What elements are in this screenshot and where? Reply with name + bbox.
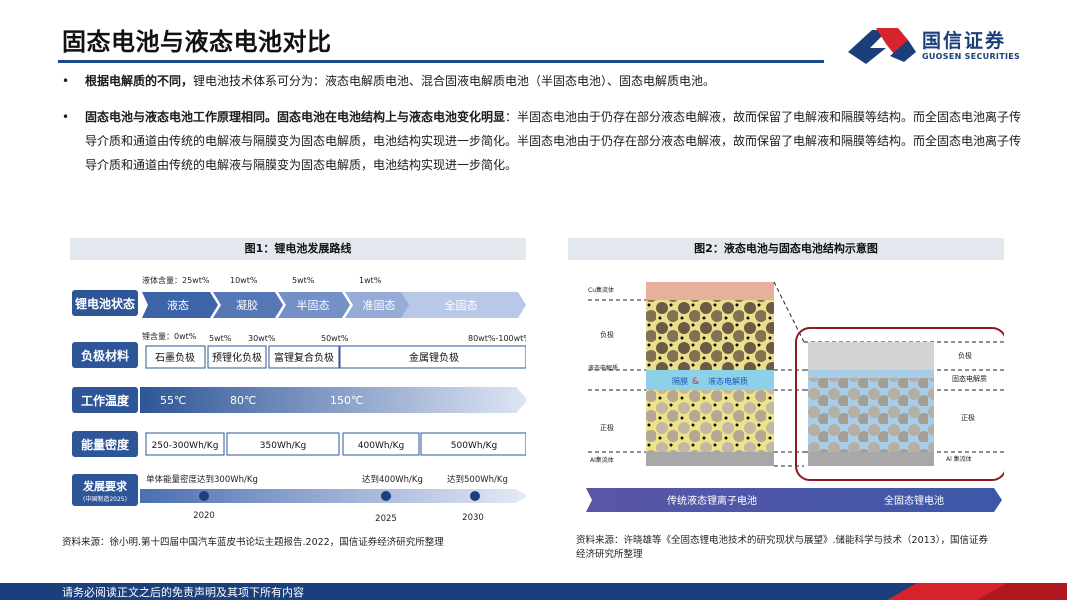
svg-text:负极材料: 负极材料 — [81, 348, 129, 363]
lithium-content-label: 80wt%-100wt% — [468, 334, 526, 343]
energy-value: 250-300Wh/Kg — [152, 441, 219, 451]
liquid-content-label: 液体含量：25wt% — [142, 275, 210, 285]
page-title: 固态电池与液态电池对比 — [62, 28, 332, 56]
bullet-bold: 根据电解质的不同， — [85, 74, 194, 88]
timeline-milestone — [199, 491, 209, 501]
liquid-content-label: 10wt% — [230, 276, 258, 285]
svg-text:能量密度: 能量密度 — [81, 437, 130, 452]
figure1-caption: 图1：锂电池发展路线 — [70, 238, 526, 260]
footer-disclaimer: 请务必阅读正文之后的免责声明及其项下所有内容 — [62, 586, 304, 599]
temp-value: 80℃ — [230, 394, 256, 407]
al-collector-label: Al集流体 — [590, 456, 614, 464]
stage-chevrons: 液态 凝胶 半固态 准固态 全固态 — [142, 292, 526, 318]
energy-boxes: 250-300Wh/Kg 350Wh/Kg 400Wh/Kg 500Wh/Kg — [145, 432, 526, 456]
stage-label: 凝胶 — [236, 298, 258, 312]
timeline-year: 2020 — [193, 511, 215, 521]
solid-al-collector-label: Al 集流体 — [946, 455, 972, 463]
row-label-state: 锂电池状态 — [72, 290, 138, 316]
liquid-battery-label: 传统液态锂离子电池 — [667, 494, 757, 507]
solid-electrolyte-label: 固态电解质 — [952, 374, 987, 383]
temperature-arrow: 55℃ 80℃ 150℃ — [140, 387, 526, 413]
liquid-electrolyte-side-label: 液态电解质 — [588, 364, 618, 372]
goal-note: 达到400Wh/Kg — [362, 474, 423, 485]
svg-text:(中国制造2025): (中国制造2025) — [83, 495, 127, 503]
anode-box-label: 石墨负极 — [155, 351, 195, 364]
temp-value: 55℃ — [160, 394, 186, 407]
figure1-roadmap: 锂电池状态 负极材料 工作温度 能量密度 发展要求 (中国制造2025) 液体含… — [72, 275, 526, 524]
bottom-label-band: 传统液态锂离子电池 全固态锂电池 — [586, 488, 1002, 512]
separator-label: 隔膜 — [672, 376, 688, 386]
row-label-anode: 负极材料 — [72, 342, 138, 368]
stage-label: 全固态 — [445, 298, 478, 312]
anode-box-label: 富锂复合负极 — [274, 351, 334, 364]
title-underline — [58, 60, 824, 63]
timeline-year: 2030 — [462, 513, 484, 523]
bullet-electrolyte-types: • 根据电解质的不同，锂电池技术体系可分为：液态电解质电池、混合固液电解质电池（… — [62, 69, 1022, 93]
energy-value: 350Wh/Kg — [260, 441, 306, 451]
figure2-structure-diagram: 隔膜 & 液态电解质 Cu集流体 负极 液态电解质 正极 Al集流体 负极 固态… — [586, 281, 1004, 512]
figure2-source-line: 资料来源：许晓雄等《全固态锂电池技术的研究现状与展望》.储能科学与技术（2013… — [576, 535, 988, 546]
bullet-principle: • 固态电池与液态电池工作原理相同。固态电池在电池结构上与液态电池变化明显：半固… — [62, 105, 1022, 177]
solid-anode-label: 负极 — [958, 351, 972, 360]
anode-box-label: 预锂化负极 — [212, 351, 262, 364]
bullet-bold: 固态电池与液态电池工作原理相同。固态电池在电池结构上与液态电池变化明显 — [85, 110, 506, 124]
solid-cathode-label: 正极 — [961, 413, 975, 422]
svg-text:发展要求: 发展要求 — [82, 479, 128, 493]
figure1-source: 资料来源：徐小明.第十四届中国汽车蓝皮书论坛主题报告.2022，国信证券经济研究… — [62, 537, 444, 548]
goal-note: 单体能量密度达到300Wh/Kg — [146, 474, 258, 485]
solid-battery-cell — [808, 342, 934, 466]
logo-chinese-name: 国信证券 — [922, 30, 1007, 52]
energy-value: 400Wh/Kg — [358, 441, 404, 451]
timeline-milestone — [470, 491, 480, 501]
stage-label: 准固态 — [363, 299, 396, 312]
svg-text:工作温度: 工作温度 — [81, 393, 130, 408]
lithium-content-label: 5wt% — [209, 334, 232, 343]
stage-label: 半固态 — [297, 298, 330, 312]
row-label-temp: 工作温度 — [72, 387, 138, 413]
cu-collector-label: Cu集流体 — [588, 286, 614, 294]
timeline-arrow — [140, 489, 526, 503]
cathode-label: 正极 — [600, 423, 614, 432]
timeline-milestone — [381, 491, 391, 501]
timeline-year: 2025 — [375, 514, 397, 524]
ampersand-label: & — [692, 377, 699, 387]
logo-english-name: GUOSEN SECURITIES — [922, 52, 1021, 61]
liquid-electrolyte-label: 液态电解质 — [708, 376, 748, 386]
liquid-content-label: 5wt% — [292, 276, 315, 285]
figure2-source: 资料来源：许晓雄等《全固态锂电池技术的研究现状与展望》.储能科学与技术（2013… — [576, 534, 1016, 562]
liquid-content-label: 1wt% — [359, 276, 382, 285]
figure2-source-line: 经济研究所整理 — [576, 549, 643, 560]
footer-accent-icon — [887, 583, 1067, 600]
lithium-content-label: 30wt% — [248, 334, 276, 343]
lithium-content-label: 锂含量：0wt% — [142, 331, 197, 341]
lithium-content-label: 50wt% — [321, 334, 349, 343]
liquid-battery-cell: 隔膜 & 液态电解质 — [646, 282, 774, 466]
figure2-caption: 图2：液态电池与固态电池结构示意图 — [568, 238, 1004, 260]
anode-box-label: 金属锂负极 — [409, 351, 459, 364]
bullet-dot: • — [62, 110, 70, 124]
bullet-dot: • — [62, 74, 70, 88]
anode-boxes: 石墨负极 预锂化负极 富锂复合负极 金属锂负极 — [145, 345, 526, 369]
solid-battery-label: 全固态锂电池 — [884, 494, 944, 507]
row-label-energy: 能量密度 — [72, 431, 138, 457]
row-label-goal: 发展要求 (中国制造2025) — [72, 474, 138, 506]
svg-text:锂电池状态: 锂电池状态 — [75, 296, 135, 311]
energy-value: 500Wh/Kg — [451, 441, 497, 451]
anode-label: 负极 — [600, 330, 614, 339]
footer-bar: 请务必阅读正文之后的免责声明及其项下所有内容 — [0, 583, 1067, 600]
bullet-text: 锂电池技术体系可分为：液态电解质电池、混合固液电解质电池（半固态电池）、固态电解… — [193, 74, 716, 88]
stage-label: 液态 — [167, 298, 189, 312]
goal-note: 达到500Wh/Kg — [447, 474, 508, 485]
temp-value: 150℃ — [330, 394, 363, 407]
